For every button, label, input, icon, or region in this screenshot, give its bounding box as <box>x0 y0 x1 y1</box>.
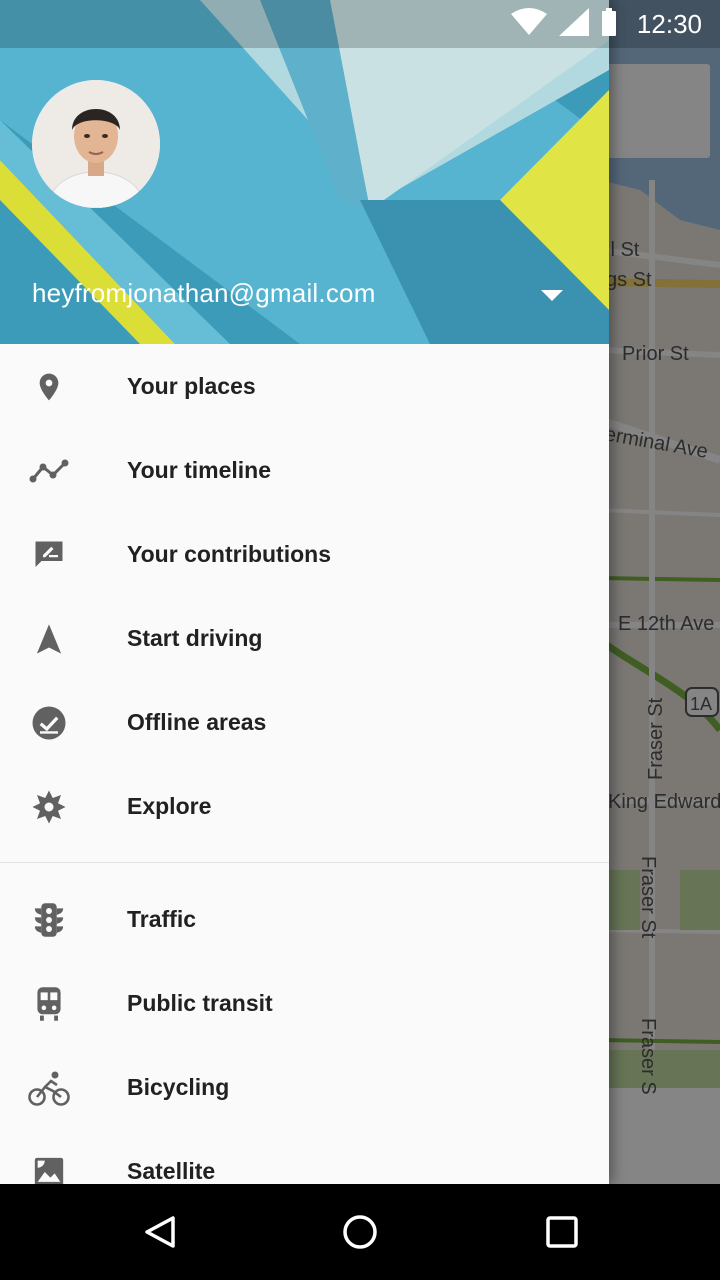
back-triangle-icon <box>145 1216 175 1248</box>
menu-item-offline-areas[interactable]: Offline areas <box>0 680 609 764</box>
recents-button[interactable] <box>532 1204 592 1260</box>
contributions-icon <box>27 533 71 577</box>
home-circle-icon <box>343 1215 377 1249</box>
menu-item-public-transit[interactable]: Public transit <box>0 961 609 1045</box>
menu-item-label: Satellite <box>127 1157 216 1184</box>
cell-signal-icon <box>558 7 589 41</box>
drawer-menu: Your places Your timeline Your contribut… <box>0 344 609 1184</box>
menu-item-label: Offline areas <box>127 708 267 735</box>
menu-item-your-places[interactable]: Your places <box>0 344 609 428</box>
transit-train-icon <box>27 982 71 1026</box>
system-navigation-bar <box>0 1184 720 1280</box>
menu-item-satellite[interactable]: Satellite <box>0 1129 609 1184</box>
explore-icon <box>27 785 71 829</box>
wifi-icon <box>510 7 547 41</box>
menu-item-label: Explore <box>127 792 212 819</box>
home-button[interactable] <box>330 1204 390 1260</box>
navigation-arrow-icon <box>27 617 71 661</box>
status-bar-icons: 12:30 <box>510 0 702 48</box>
account-avatar[interactable] <box>32 80 160 208</box>
recents-square-icon <box>546 1216 578 1248</box>
offline-check-icon <box>27 701 71 745</box>
menu-item-your-timeline[interactable]: Your timeline <box>0 428 609 512</box>
menu-item-start-driving[interactable]: Start driving <box>0 596 609 680</box>
satellite-icon <box>27 1150 71 1184</box>
place-pin-icon <box>27 365 71 409</box>
account-email[interactable]: heyfromjonathan@gmail.com <box>32 278 376 309</box>
menu-item-label: Bicycling <box>127 1073 230 1100</box>
chevron-down-icon <box>541 290 563 301</box>
status-bar-time: 12:30 <box>636 8 702 39</box>
navigation-drawer: heyfromjonathan@gmail.com Your places Yo… <box>0 0 609 1184</box>
traffic-light-icon <box>27 898 71 942</box>
battery-icon <box>601 7 617 41</box>
menu-item-explore[interactable]: Explore <box>0 764 609 848</box>
avatar-portrait <box>32 80 160 208</box>
account-switcher-dropdown-icon[interactable] <box>530 280 574 312</box>
menu-divider <box>0 862 609 863</box>
menu-item-label: Traffic <box>127 905 197 932</box>
menu-item-bicycling[interactable]: Bicycling <box>0 1045 609 1129</box>
bicycle-icon <box>27 1066 71 1110</box>
menu-item-label: Your contributions <box>127 540 332 567</box>
status-bar: 12:30 <box>0 0 720 48</box>
timeline-icon <box>27 449 71 493</box>
menu-item-label: Your timeline <box>127 456 271 483</box>
back-button[interactable] <box>130 1204 190 1260</box>
menu-item-your-contributions[interactable]: Your contributions <box>0 512 609 596</box>
menu-item-label: Your places <box>127 372 256 399</box>
menu-item-traffic[interactable]: Traffic <box>0 877 609 961</box>
menu-item-label: Public transit <box>127 989 273 1016</box>
menu-item-label: Start driving <box>127 624 263 651</box>
drawer-header: heyfromjonathan@gmail.com <box>0 0 609 344</box>
